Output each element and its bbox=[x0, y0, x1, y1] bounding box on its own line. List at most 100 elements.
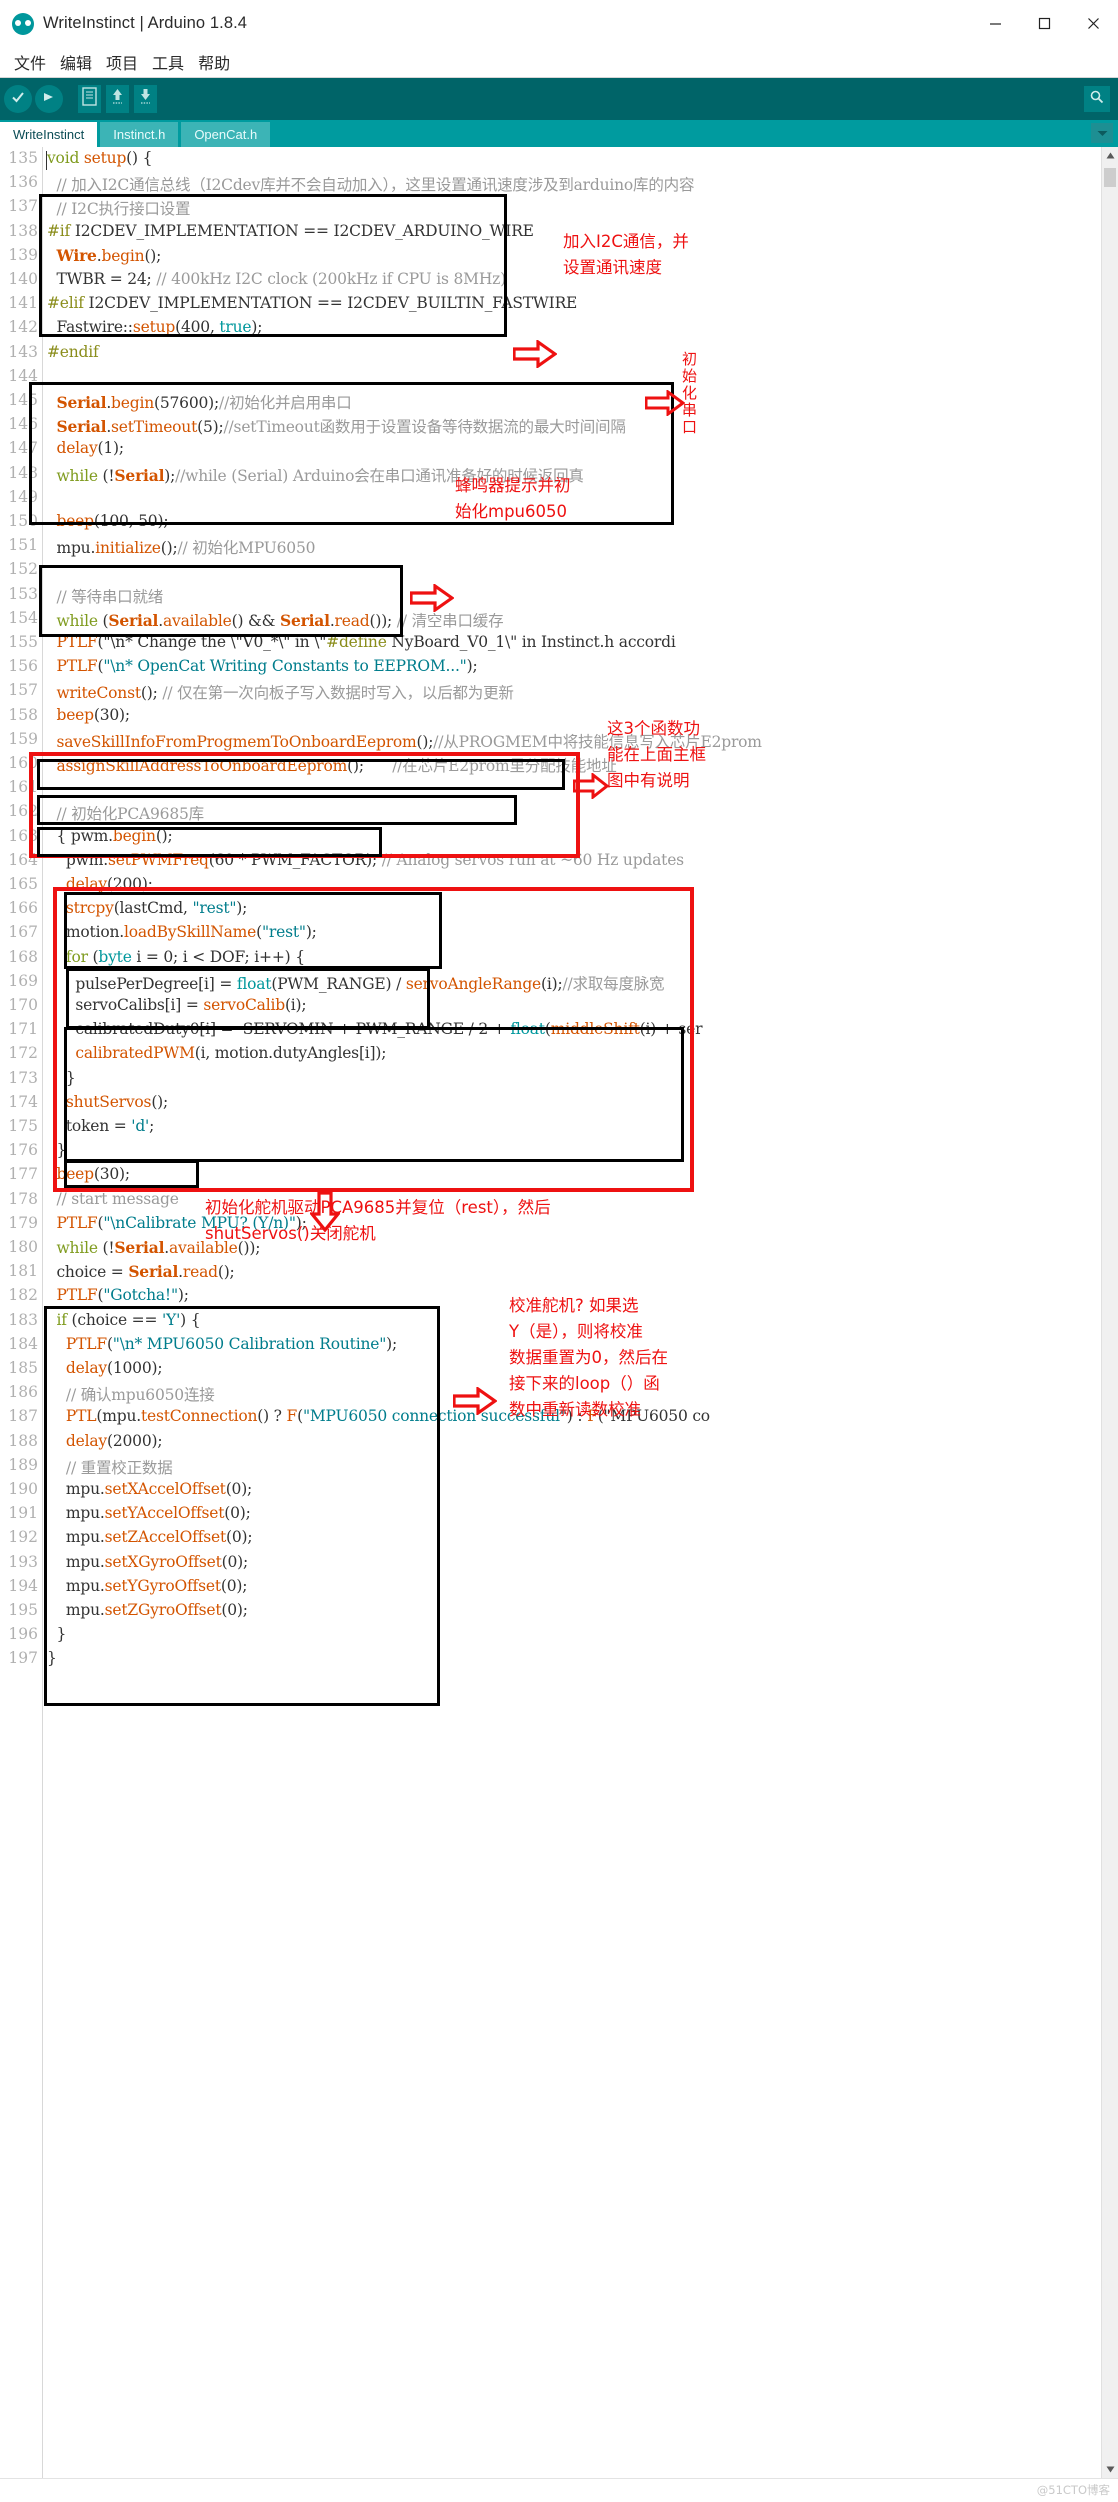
line-number: 142 bbox=[8, 318, 38, 337]
code-line[interactable]: servoCalibs[i] = servoCalib(i); bbox=[47, 996, 306, 1014]
line-number: 176 bbox=[8, 1141, 38, 1160]
code-line[interactable]: // I2C执行接口设置 bbox=[47, 197, 190, 219]
code-line[interactable]: delay(200); bbox=[47, 875, 153, 893]
scroll-down-icon[interactable] bbox=[1102, 2461, 1118, 2478]
code-line[interactable]: for (byte i = 0; i < DOF; i++) { bbox=[47, 948, 305, 966]
code-line[interactable]: // start message bbox=[47, 1190, 178, 1208]
toolbar bbox=[0, 78, 1118, 120]
annotation-text-beep-mpu: 蜂鸣器提示并初 始化mpu6050 bbox=[455, 476, 571, 521]
serial-monitor-button[interactable] bbox=[1084, 86, 1110, 112]
code-line[interactable]: // 初始化PCA9685库 bbox=[47, 802, 204, 824]
code-line[interactable]: } bbox=[47, 1625, 66, 1643]
code-line[interactable]: } bbox=[47, 1141, 66, 1159]
code-line[interactable]: Serial.setTimeout(5);//setTimeout函数用于设置设… bbox=[47, 415, 625, 437]
minimize-button[interactable] bbox=[971, 0, 1020, 47]
code-line[interactable]: } bbox=[47, 1069, 76, 1087]
code-line[interactable]: Wire.begin(); bbox=[47, 246, 161, 265]
save-sketch-button[interactable] bbox=[134, 85, 157, 113]
scroll-up-icon[interactable] bbox=[1102, 147, 1118, 164]
line-number: 138 bbox=[8, 221, 38, 240]
close-button[interactable] bbox=[1069, 0, 1118, 47]
code-line[interactable]: mpu.setZGyroOffset(0); bbox=[47, 1601, 248, 1619]
code-line[interactable]: PTLF("\n* MPU6050 Calibration Routine"); bbox=[47, 1335, 397, 1353]
code-line[interactable]: delay(1000); bbox=[47, 1359, 163, 1377]
line-number: 145 bbox=[8, 391, 38, 409]
menu-item-edit[interactable]: 编辑 bbox=[53, 48, 99, 76]
code-line[interactable]: strcpy(lastCmd, "rest"); bbox=[47, 899, 247, 917]
code-line[interactable]: beep(30); bbox=[47, 706, 130, 724]
line-number: 174 bbox=[8, 1092, 38, 1111]
menu-item-sketch[interactable]: 项目 bbox=[99, 48, 145, 76]
new-sketch-button[interactable] bbox=[78, 85, 101, 113]
open-sketch-button[interactable] bbox=[106, 85, 129, 113]
window-controls bbox=[971, 0, 1118, 47]
tab-opencat-h[interactable]: OpenCat.h bbox=[181, 122, 271, 147]
check-icon bbox=[10, 89, 26, 110]
code-line[interactable]: delay(1); bbox=[47, 439, 124, 457]
line-number: 177 bbox=[8, 1165, 38, 1184]
code-line[interactable]: PTLF("\n* Change the \"V0_*\" in \"#defi… bbox=[47, 633, 675, 651]
code-line[interactable]: TWBR = 24; // 400kHz I2C clock (200kHz i… bbox=[47, 270, 506, 288]
code-line[interactable]: // 确认mpu6050连接 bbox=[47, 1383, 215, 1405]
verify-button[interactable] bbox=[4, 85, 32, 113]
code-line[interactable]: } bbox=[47, 1649, 57, 1667]
code-line[interactable]: if (choice == 'Y') { bbox=[47, 1311, 200, 1329]
window-title: WriteInstinct | Arduino 1.8.4 bbox=[43, 14, 248, 32]
code-line[interactable]: #endif bbox=[47, 343, 99, 361]
code-line[interactable]: #elif I2CDEV_IMPLEMENTATION == I2CDEV_BU… bbox=[47, 294, 577, 312]
code-line[interactable]: PTLF("Gotcha!"); bbox=[47, 1286, 188, 1304]
code-line[interactable]: #if I2CDEV_IMPLEMENTATION == I2CDEV_ARDU… bbox=[47, 222, 534, 240]
menu-item-help[interactable]: 帮助 bbox=[191, 48, 237, 76]
annotation-arrow-beep-mpu bbox=[409, 582, 455, 617]
code-line[interactable]: beep(30); bbox=[47, 1165, 130, 1183]
line-number: 150 bbox=[8, 512, 38, 530]
line-number: 175 bbox=[8, 1117, 38, 1135]
scroll-thumb[interactable] bbox=[1104, 168, 1116, 187]
code-line[interactable]: calibratedPWM(i, motion.dutyAngles[i]); bbox=[47, 1044, 386, 1062]
code-line[interactable]: choice = Serial.read(); bbox=[47, 1262, 234, 1281]
line-number: 164 bbox=[8, 850, 38, 869]
code-line[interactable]: assignSkillAddressToOnboardEeprom(); //在… bbox=[47, 754, 616, 776]
code-line[interactable]: // 重置校正数据 bbox=[47, 1456, 173, 1478]
line-number: 159 bbox=[8, 729, 38, 748]
code-line[interactable]: delay(2000); bbox=[47, 1432, 163, 1450]
code-line[interactable]: writeConst(); // 仅在第一次向板子写入数据时写入，以后都为更新 bbox=[47, 681, 513, 703]
annotation-text-three-functions: 这3个函数功 能在上面主框 图中有说明 bbox=[607, 719, 706, 790]
code-line[interactable]: // 加入I2C通信总线（I2Cdev库并不会自动加入），这里设置通讯速度涉及到… bbox=[47, 173, 694, 195]
line-number: 181 bbox=[8, 1262, 38, 1281]
code-line[interactable]: mpu.setXGyroOffset(0); bbox=[47, 1553, 248, 1571]
code-line[interactable]: mpu.setYGyroOffset(0); bbox=[47, 1577, 248, 1595]
code-line[interactable]: void setup() { bbox=[47, 149, 152, 167]
line-number: 171 bbox=[8, 1020, 38, 1039]
line-number: 149 bbox=[8, 487, 38, 506]
tab-writeinstinct[interactable]: WriteInstinct bbox=[0, 122, 98, 147]
code-line[interactable]: mpu.setYAccelOffset(0); bbox=[47, 1504, 251, 1522]
code-line[interactable]: // 等待串口就绪 bbox=[47, 585, 163, 607]
code-line[interactable]: { pwm.begin(); bbox=[47, 827, 172, 845]
menu-item-tools[interactable]: 工具 bbox=[145, 48, 191, 76]
code-line[interactable]: beep(100, 50); bbox=[47, 512, 168, 530]
menu-item-file[interactable]: 文件 bbox=[7, 48, 53, 76]
line-number: 195 bbox=[8, 1601, 38, 1619]
code-line[interactable]: PTLF("\n* OpenCat Writing Constants to E… bbox=[47, 657, 477, 675]
code-line[interactable]: mpu.setXAccelOffset(0); bbox=[47, 1480, 252, 1498]
code-line[interactable]: Fastwire::setup(400, true); bbox=[47, 318, 262, 336]
code-line[interactable]: Serial.begin(57600);//初始化并启用串口 bbox=[47, 391, 351, 413]
code-line[interactable]: pwm.setPWMFreq(60 * PWM_FACTOR); // Anal… bbox=[47, 851, 684, 869]
code-line[interactable]: motion.loadBySkillName("rest"); bbox=[47, 923, 317, 941]
tab-menu-button[interactable] bbox=[1091, 123, 1113, 143]
annotation-text-pca9685: 初始化舵机驱动PCA9685并复位（rest），然后 shutServos()关… bbox=[205, 1198, 551, 1243]
upload-button[interactable] bbox=[35, 85, 63, 113]
code-line[interactable]: calibratedDuty0[i] = SERVOMIN + PWM_RANG… bbox=[47, 1020, 702, 1038]
annotation-text-i2c: 加入I2C通信，并 设置通讯速度 bbox=[563, 232, 689, 277]
line-number: 158 bbox=[8, 705, 38, 724]
code-line[interactable]: shutServos(); bbox=[47, 1093, 168, 1111]
code-line[interactable]: mpu.setZAccelOffset(0); bbox=[47, 1528, 253, 1546]
code-line[interactable]: token = 'd'; bbox=[47, 1117, 154, 1135]
tab-instinct-h[interactable]: Instinct.h bbox=[100, 122, 179, 147]
maximize-button[interactable] bbox=[1020, 0, 1069, 47]
code-line[interactable]: mpu.initialize();// 初始化MPU6050 bbox=[47, 536, 315, 558]
code-line[interactable]: pulsePerDegree[i] = float(PWM_RANGE) / s… bbox=[47, 972, 664, 994]
code-editor[interactable]: 135 void setup() {136 // 加入I2C通信总线（I2Cdev… bbox=[0, 147, 1118, 2478]
vertical-scrollbar[interactable] bbox=[1101, 147, 1118, 2478]
